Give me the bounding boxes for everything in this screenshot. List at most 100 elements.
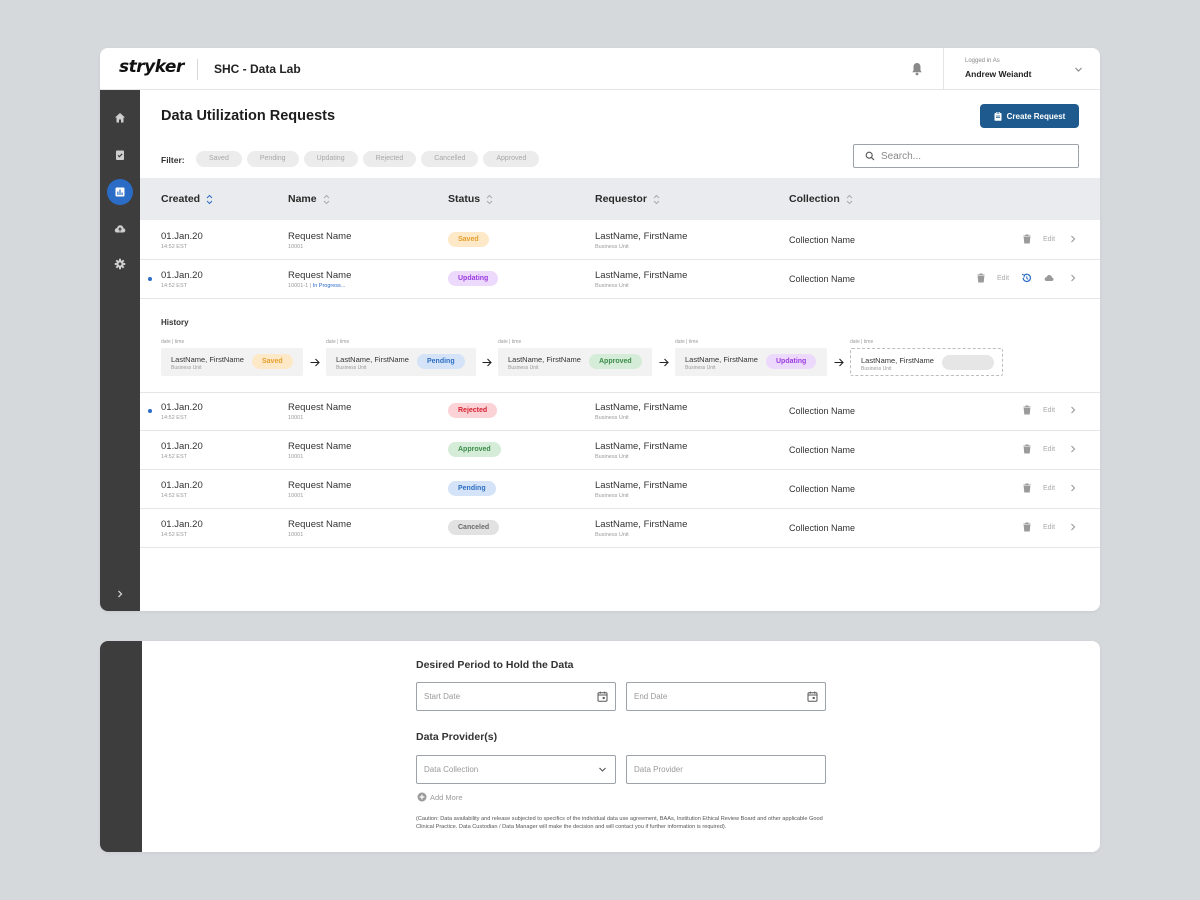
sidebar-expand[interactable] xyxy=(107,581,133,607)
edit-button[interactable]: Edit xyxy=(1043,233,1055,245)
start-date-placeholder: Start Date xyxy=(424,692,461,701)
data-collection-select[interactable]: Data Collection xyxy=(416,755,616,784)
request-id: 10001 xyxy=(288,244,304,250)
edit-button[interactable]: Edit xyxy=(1043,521,1055,533)
chevron-right-icon[interactable] xyxy=(1068,482,1078,494)
edit-button[interactable]: Edit xyxy=(1043,404,1055,416)
status-badge: Approved xyxy=(448,442,501,457)
status-badge: Pending xyxy=(448,481,496,496)
trash-icon[interactable] xyxy=(1022,443,1032,455)
table-row[interactable]: 01.Jan.20 14:52 EST Request Name 10001-1… xyxy=(140,260,1100,299)
column-header-label: Collection xyxy=(789,193,840,205)
request-name: Request Name xyxy=(288,270,352,281)
bell-icon[interactable] xyxy=(911,62,923,76)
sidebar-item-settings[interactable] xyxy=(107,251,133,277)
created-date: 01.Jan.20 xyxy=(161,231,203,242)
column-header-collection[interactable]: Collection xyxy=(789,193,853,205)
created-time: 14:52 EST xyxy=(161,283,187,289)
chevron-right-icon[interactable] xyxy=(1068,272,1078,284)
stryker-logo[interactable]: stryker xyxy=(119,57,184,77)
search-box[interactable] xyxy=(853,144,1079,168)
table-row[interactable]: 01.Jan.20 14:52 EST Request Name 10001 P… xyxy=(140,470,1100,509)
arrow-right-icon xyxy=(834,358,844,367)
calendar-icon[interactable] xyxy=(807,691,818,702)
chevron-right-icon[interactable] xyxy=(1068,233,1078,245)
data-provider-placeholder: Data Provider xyxy=(634,765,683,774)
table-row[interactable]: 01.Jan.20 14:52 EST Request Name 10001 C… xyxy=(140,509,1100,548)
created-time: 14:52 EST xyxy=(161,532,187,538)
chevron-right-icon[interactable] xyxy=(1068,404,1078,416)
collection-name: Collection Name xyxy=(789,406,856,416)
sidebar-item-tasks[interactable] xyxy=(107,142,133,168)
trash-icon[interactable] xyxy=(1022,521,1032,533)
table-header: Created Name Status Requestor Collection xyxy=(140,178,1100,220)
data-provider-field[interactable]: Data Provider xyxy=(626,755,826,784)
trash-icon[interactable] xyxy=(1022,482,1032,494)
filter-chip-saved[interactable]: Saved xyxy=(196,151,242,167)
main-card: stryker SHC - Data Lab Logged in As Andr… xyxy=(100,48,1100,611)
add-more-label: Add More xyxy=(430,792,463,802)
filter-chip-pending[interactable]: Pending xyxy=(246,151,299,167)
created-date: 01.Jan.20 xyxy=(161,480,203,491)
calendar-icon[interactable] xyxy=(597,691,608,702)
trash-icon[interactable] xyxy=(1022,233,1032,245)
sidebar-item-reports[interactable] xyxy=(107,179,133,205)
clipboard-icon xyxy=(994,111,1002,121)
sort-icon[interactable] xyxy=(846,194,853,205)
trash-icon[interactable] xyxy=(1022,404,1032,416)
sort-icon[interactable] xyxy=(323,194,330,205)
page-title: Data Utilization Requests xyxy=(161,108,336,124)
sort-icon[interactable] xyxy=(206,194,213,205)
chevron-right-icon[interactable] xyxy=(1068,521,1078,533)
arrow-right-icon xyxy=(482,358,492,367)
filter-chip-approved[interactable]: Approved xyxy=(483,151,540,167)
history-icon[interactable] xyxy=(1021,272,1031,284)
request-id: 10001-1 | xyxy=(288,283,313,289)
column-header-status[interactable]: Status xyxy=(448,193,493,205)
caution-note: (Caution: Data availability and release … xyxy=(416,816,823,831)
search-input[interactable] xyxy=(881,150,1061,162)
column-header-name[interactable]: Name xyxy=(288,193,330,205)
requestor-name: LastName, FirstName xyxy=(595,402,688,413)
trash-icon[interactable] xyxy=(976,272,986,284)
app-title: SHC - Data Lab xyxy=(214,62,301,76)
status-badge: Saved xyxy=(448,232,489,247)
step-unit: Business Unit xyxy=(508,365,539,371)
table-row[interactable]: 01.Jan.20 14:52 EST Request Name 10001 S… xyxy=(140,221,1100,260)
request-name: Request Name xyxy=(288,519,352,530)
edit-button[interactable]: Edit xyxy=(997,272,1009,284)
step-unit: Business Unit xyxy=(336,365,367,371)
status-badge: Canceled xyxy=(448,520,500,535)
cloud-icon[interactable] xyxy=(1044,272,1054,284)
step-requestor: LastName, FirstName xyxy=(336,355,409,364)
sort-icon[interactable] xyxy=(486,194,493,205)
table-row[interactable]: 01.Jan.20 14:52 EST Request Name 10001 R… xyxy=(140,392,1100,431)
add-more-button[interactable]: Add More xyxy=(417,792,463,802)
created-time: 14:52 EST xyxy=(161,454,187,460)
filter-chip-updating[interactable]: Updating xyxy=(303,151,358,167)
plus-circle-icon xyxy=(417,792,427,802)
create-request-button[interactable]: Create Request xyxy=(980,104,1079,128)
edit-button[interactable]: Edit xyxy=(1043,443,1055,455)
end-date-field[interactable]: End Date xyxy=(626,682,826,711)
filter-chip-cancelled[interactable]: Cancelled xyxy=(421,151,479,167)
sidebar xyxy=(100,90,140,611)
column-header-created[interactable]: Created xyxy=(161,193,213,205)
filter-chips: Saved Pending Updating Rejected Cancelle… xyxy=(196,151,540,167)
start-date-field[interactable]: Start Date xyxy=(416,682,616,711)
chevron-right-icon[interactable] xyxy=(1068,443,1078,455)
provider-title: Data Provider(s) xyxy=(416,731,498,743)
status-badge: Updating xyxy=(766,354,817,369)
chevron-down-icon[interactable] xyxy=(1074,65,1083,74)
sidebar-item-upload[interactable] xyxy=(107,216,133,242)
sort-icon[interactable] xyxy=(653,194,660,205)
filter-chip-rejected[interactable]: Rejected xyxy=(362,151,417,167)
column-header-requestor[interactable]: Requestor xyxy=(595,193,660,205)
edit-button[interactable]: Edit xyxy=(1043,482,1055,494)
clipboard-check-icon xyxy=(116,150,124,160)
table-row[interactable]: 01.Jan.20 14:52 EST Request Name 10001 A… xyxy=(140,431,1100,470)
request-name: Request Name xyxy=(288,402,352,413)
sidebar-item-home[interactable] xyxy=(107,105,133,131)
user-name[interactable]: Andrew Weiandt xyxy=(965,69,1031,79)
created-time: 14:52 EST xyxy=(161,493,187,499)
